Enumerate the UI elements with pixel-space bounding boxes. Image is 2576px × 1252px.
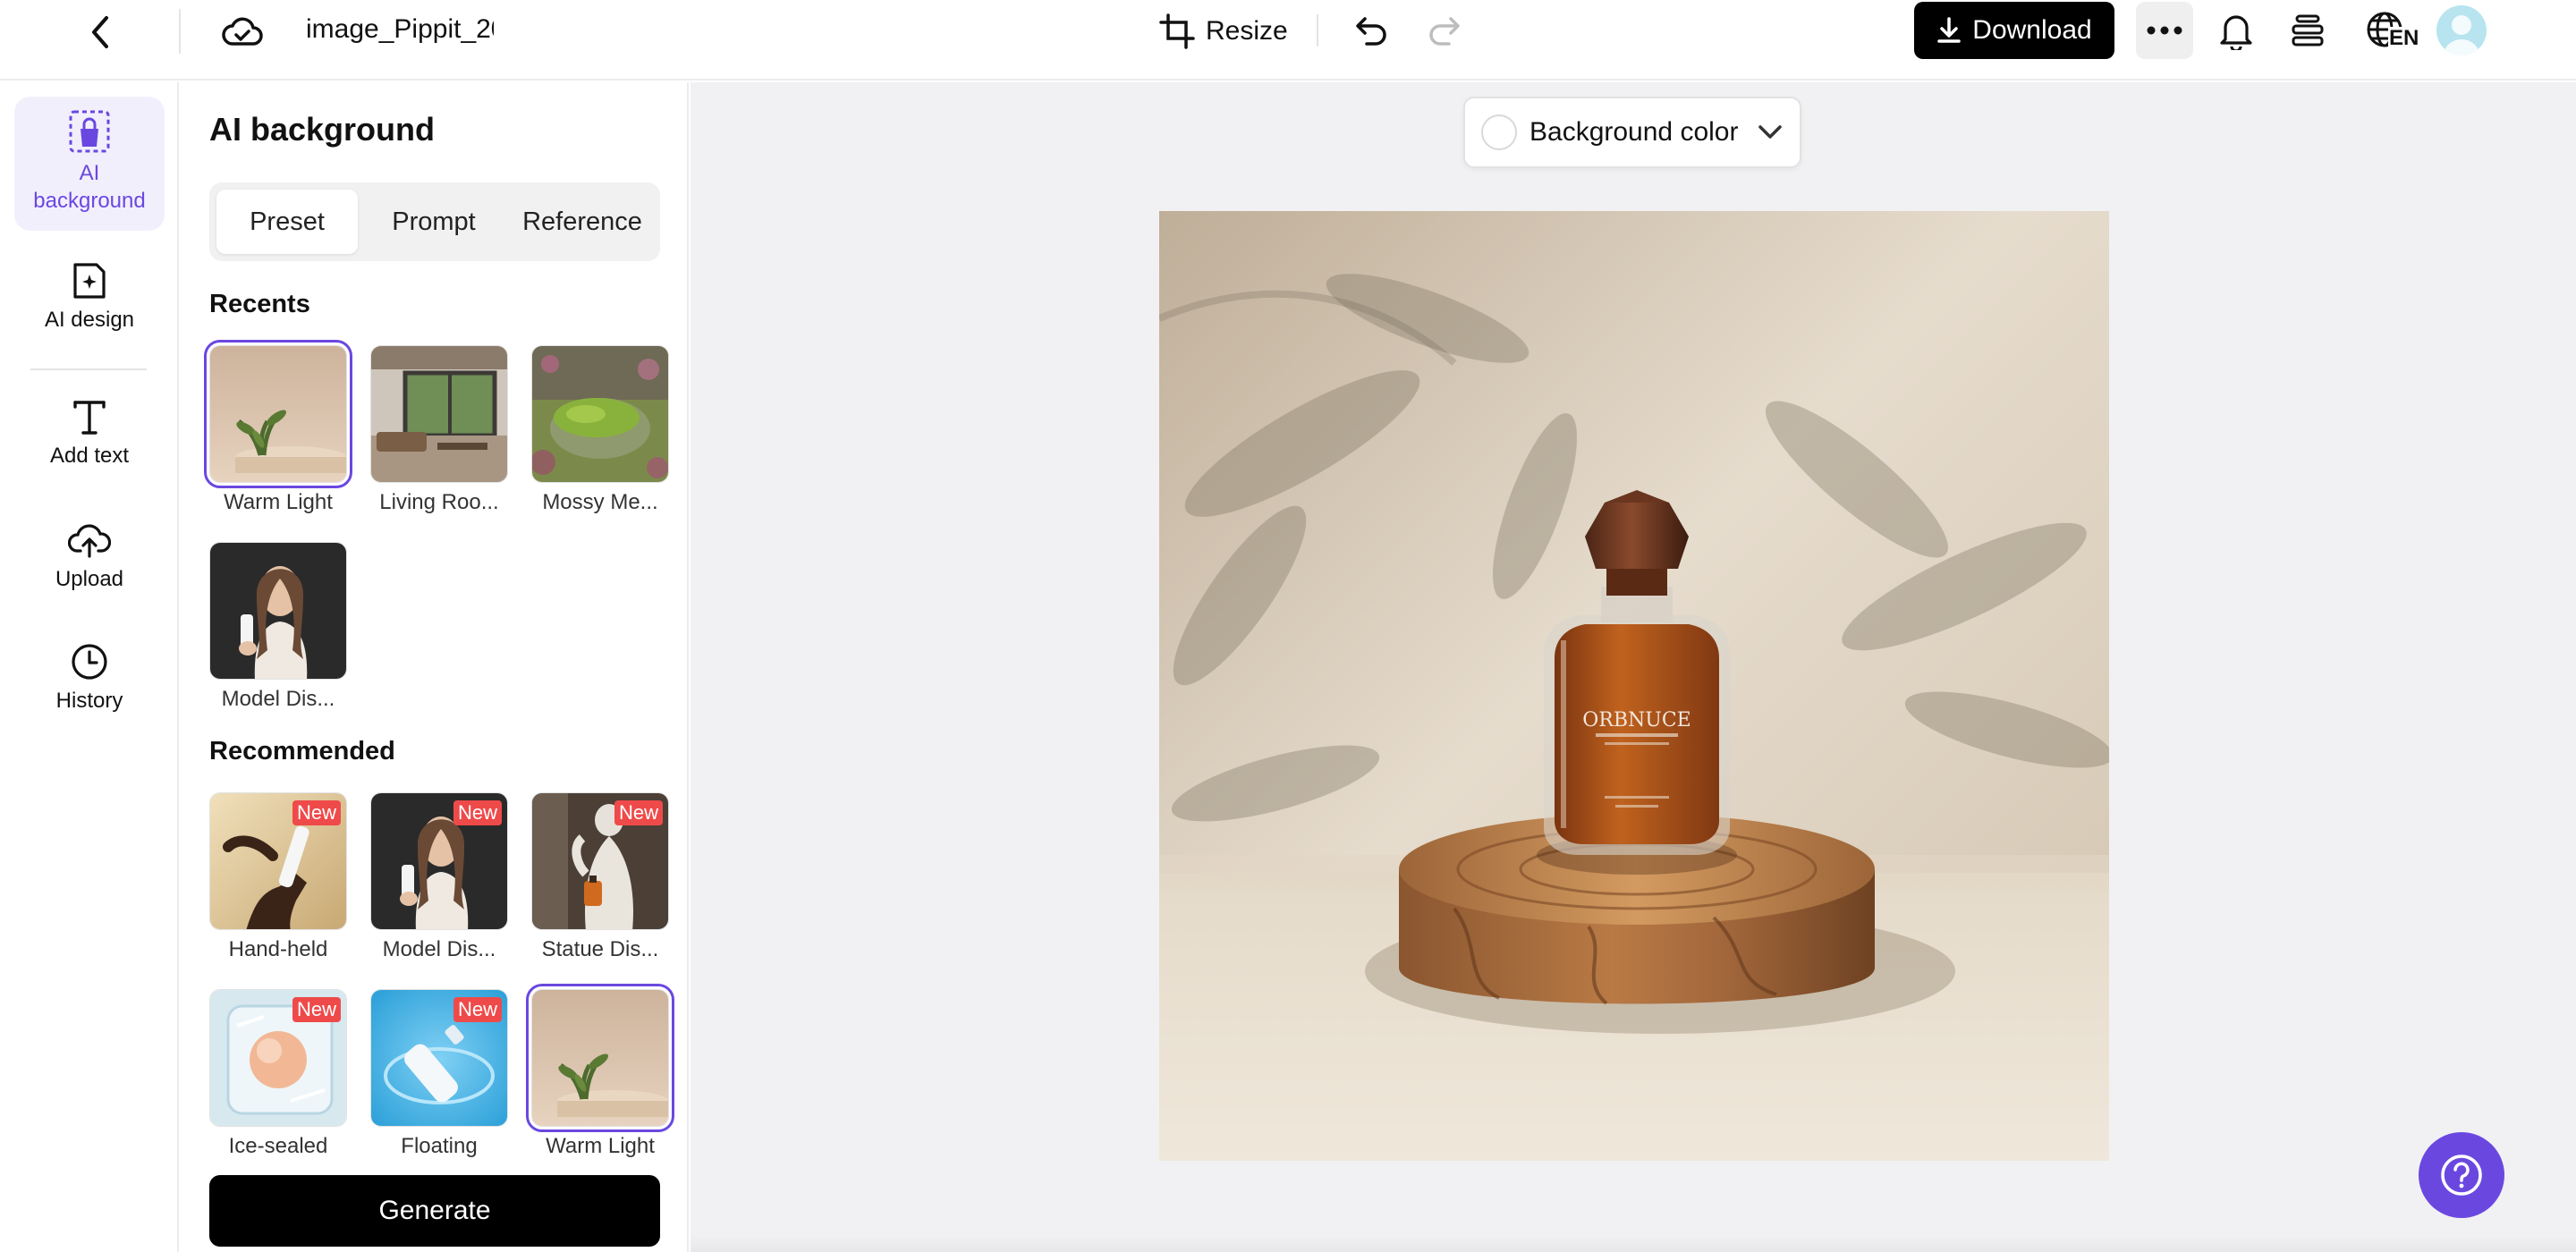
preset-card[interactable]: New Model Dis... bbox=[370, 792, 513, 962]
help-button[interactable] bbox=[2419, 1132, 2504, 1218]
ai-background-panel: AI background Preset Prompt Reference Re… bbox=[181, 82, 689, 1252]
preset-thumbnail bbox=[531, 345, 669, 483]
language-code: EN bbox=[2388, 26, 2420, 50]
panel-title: AI background bbox=[209, 111, 436, 148]
bottle-engraving: ORBNUCE bbox=[1582, 709, 1690, 732]
preset-label: Warm Light bbox=[224, 490, 333, 514]
rail-item-add-text[interactable]: Add text bbox=[14, 397, 165, 486]
preset-label: Ice-sealed bbox=[228, 1134, 328, 1158]
background-color-dropdown[interactable]: Background color bbox=[1463, 97, 1801, 168]
rail-item-ai-background[interactable]: AI background bbox=[14, 97, 165, 231]
undo-button[interactable] bbox=[1351, 11, 1394, 52]
new-badge: New bbox=[453, 800, 502, 825]
download-icon bbox=[1937, 17, 1962, 43]
preset-thumbnail: New bbox=[531, 792, 669, 930]
download-label: Download bbox=[1972, 15, 2092, 45]
preset-label: Living Roo... bbox=[379, 490, 499, 514]
topbar-divider bbox=[1317, 14, 1318, 47]
language-button[interactable]: EN bbox=[2358, 7, 2420, 55]
preset-label: Warm Light bbox=[546, 1134, 655, 1158]
new-badge: New bbox=[292, 800, 341, 825]
color-swatch bbox=[1481, 114, 1517, 150]
new-badge: New bbox=[292, 997, 341, 1022]
background-color-label: Background color bbox=[1530, 117, 1739, 147]
preset-thumbnail: New bbox=[370, 792, 508, 930]
rail-item-label: AI background bbox=[33, 161, 146, 213]
preset-label: Floating bbox=[401, 1134, 478, 1158]
rail-item-ai-design[interactable]: AI design bbox=[14, 261, 165, 351]
preset-card[interactable]: Living Roo... bbox=[370, 345, 513, 515]
text-icon bbox=[73, 401, 106, 435]
preset-label: Model Dis... bbox=[221, 687, 335, 711]
preset-thumbnail: New bbox=[209, 792, 347, 930]
rail-item-history[interactable]: History bbox=[14, 642, 165, 732]
back-button[interactable] bbox=[80, 13, 120, 52]
upload-cloud-icon bbox=[68, 524, 111, 558]
rail-item-label: Upload bbox=[55, 567, 124, 591]
bell-icon bbox=[2220, 15, 2252, 50]
rail-item-label: AI design bbox=[44, 308, 135, 332]
tab-reference[interactable]: Reference bbox=[510, 190, 655, 254]
cloud-sync-icon bbox=[222, 17, 263, 46]
recents-heading: Recents bbox=[209, 290, 310, 318]
preset-card[interactable]: New Floating bbox=[370, 989, 513, 1159]
preset-label: Hand-held bbox=[228, 937, 328, 961]
canvas-bottom-edge bbox=[691, 1236, 2576, 1252]
preset-card[interactable]: New Statue Dis... bbox=[531, 792, 674, 962]
question-mark-icon bbox=[2441, 1155, 2482, 1196]
preset-thumbnail bbox=[209, 542, 347, 680]
preset-card[interactable]: New Ice-sealed bbox=[209, 989, 352, 1159]
preset-thumbnail bbox=[526, 984, 674, 1132]
preset-card[interactable]: Mossy Me... bbox=[531, 345, 674, 515]
more-horizontal-icon bbox=[2147, 26, 2182, 35]
new-badge: New bbox=[453, 997, 502, 1022]
redo-button[interactable] bbox=[1422, 11, 1465, 52]
resize-icon bbox=[1159, 13, 1195, 49]
preset-card[interactable]: New Hand-held bbox=[209, 792, 352, 962]
left-tool-rail: AI background AI design Add text Upload … bbox=[0, 82, 179, 1252]
generate-button[interactable]: Generate bbox=[209, 1175, 660, 1247]
tab-prompt[interactable]: Prompt bbox=[363, 190, 504, 254]
preset-card[interactable]: Model Dis... bbox=[209, 542, 352, 712]
tab-preset[interactable]: Preset bbox=[216, 190, 358, 254]
preset-thumbnail bbox=[204, 340, 352, 488]
rail-item-label: History bbox=[55, 689, 123, 713]
layers-button[interactable] bbox=[2286, 9, 2329, 52]
undo-icon bbox=[1356, 17, 1386, 46]
preset-card[interactable]: Warm Light bbox=[204, 340, 352, 515]
recommended-heading: Recommended bbox=[209, 737, 395, 766]
avatar-person-icon bbox=[2444, 15, 2479, 55]
mode-tabs: Preset Prompt Reference bbox=[209, 182, 660, 261]
file-name[interactable]: image_Pippit_20 bbox=[306, 14, 494, 45]
preset-label: Model Dis... bbox=[382, 937, 496, 961]
rail-item-label: Add text bbox=[49, 444, 130, 468]
preset-thumbnail: New bbox=[370, 989, 508, 1127]
chevron-left-icon bbox=[92, 16, 108, 48]
download-button[interactable]: Download bbox=[1914, 2, 2114, 59]
preset-thumbnail: New bbox=[209, 989, 347, 1127]
canvas-area: Background color ORBNUCE bbox=[691, 82, 2576, 1252]
preset-label: Mossy Me... bbox=[542, 490, 658, 514]
user-avatar[interactable] bbox=[2436, 5, 2487, 55]
top-bar: image_Pippit_20 Resize Download EN bbox=[0, 0, 2576, 80]
preset-thumbnail bbox=[370, 345, 508, 483]
resize-button[interactable]: Resize bbox=[1154, 9, 1293, 54]
preset-card[interactable]: Warm Light bbox=[526, 984, 674, 1159]
rail-separator bbox=[30, 368, 147, 370]
chevron-down-icon bbox=[1758, 125, 1783, 139]
cloud-sync-button[interactable] bbox=[220, 11, 265, 52]
new-badge: New bbox=[614, 800, 663, 825]
clock-icon bbox=[72, 644, 107, 680]
layers-icon bbox=[2292, 14, 2324, 47]
redo-icon bbox=[1429, 17, 1460, 46]
preset-label: Statue Dis... bbox=[541, 937, 659, 961]
resize-label: Resize bbox=[1206, 16, 1288, 46]
notifications-button[interactable] bbox=[2215, 9, 2258, 52]
ai-design-icon bbox=[73, 263, 106, 299]
more-options-button[interactable] bbox=[2136, 2, 2193, 59]
ai-background-icon bbox=[69, 110, 110, 153]
topbar-divider bbox=[179, 9, 181, 54]
rail-item-upload[interactable]: Upload bbox=[14, 520, 165, 610]
product-image[interactable]: ORBNUCE bbox=[1159, 211, 2109, 1161]
